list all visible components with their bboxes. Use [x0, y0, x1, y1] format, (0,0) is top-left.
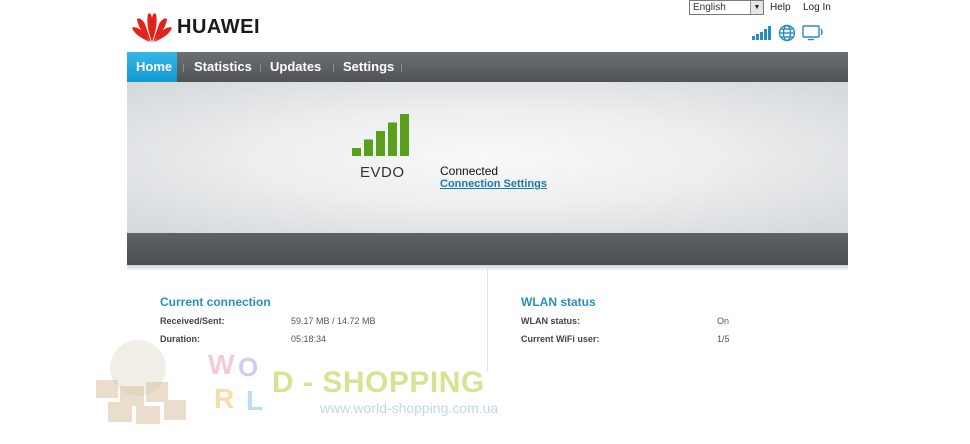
wifi-users-value: 1/5 — [717, 334, 730, 344]
help-link[interactable]: Help — [770, 2, 791, 13]
watermark-text: D - SHOPPING — [272, 366, 485, 399]
signal-strength-icon[interactable] — [752, 26, 772, 40]
huawei-logo: HUAWEI — [131, 9, 271, 45]
signal-bar — [376, 131, 385, 156]
network-type: EVDO — [360, 164, 405, 181]
connection-settings-link[interactable]: Connection Settings — [440, 178, 547, 190]
connection-status: Connected — [440, 164, 499, 178]
globe-icon[interactable] — [778, 24, 796, 42]
svg-text:W: W — [208, 349, 235, 380]
language-value: English — [693, 2, 726, 13]
signal-bar — [364, 139, 373, 156]
watermark-url: www.world-shopping.com.ua — [320, 400, 499, 416]
wlan-status-label: WLAN status: — [521, 316, 580, 326]
main-nav: Home Statistics Updates Settings — [127, 52, 848, 82]
nav-updates[interactable]: Updates — [270, 52, 321, 82]
connection-banner — [127, 82, 848, 233]
current-connection-title: Current connection — [160, 295, 271, 309]
status-icon-bar — [752, 24, 824, 42]
monitor-icon[interactable] — [802, 25, 824, 41]
brand-name: HUAWEI — [177, 15, 260, 38]
panel-divider — [487, 268, 488, 372]
signal-bar — [400, 114, 409, 156]
language-select[interactable]: English ▼ — [689, 0, 764, 15]
svg-text:O: O — [238, 352, 258, 382]
nav-separator — [183, 64, 184, 72]
svg-text:R: R — [214, 383, 234, 414]
svg-text:L: L — [246, 385, 263, 416]
duration-label: Duration: — [160, 334, 200, 344]
wifi-users-label: Current WiFi user: — [521, 334, 600, 344]
signal-bars-icon — [352, 114, 409, 156]
nav-home[interactable]: Home — [127, 52, 177, 82]
banner-footer-bar — [127, 233, 848, 265]
nav-separator — [401, 64, 402, 72]
received-sent-label: Received/Sent: — [160, 316, 225, 326]
nav-separator — [260, 64, 261, 72]
signal-bar — [388, 122, 397, 156]
nav-statistics[interactable]: Statistics — [194, 52, 252, 82]
watermark-letters: W O R L — [208, 349, 263, 416]
signal-bar — [352, 148, 361, 156]
duration-value: 05:18:34 — [291, 334, 327, 344]
nav-separator — [333, 64, 334, 72]
received-sent-value: 59.17 MB / 14.72 MB — [291, 316, 376, 326]
wlan-status-value: On — [717, 316, 730, 326]
wlan-status-title: WLAN status — [521, 295, 596, 309]
nav-settings[interactable]: Settings — [343, 52, 394, 82]
watermark-globe-boxes — [96, 340, 186, 424]
chevron-down-icon[interactable]: ▼ — [750, 1, 763, 14]
login-link[interactable]: Log In — [803, 2, 831, 13]
huawei-flower-icon — [132, 13, 172, 43]
